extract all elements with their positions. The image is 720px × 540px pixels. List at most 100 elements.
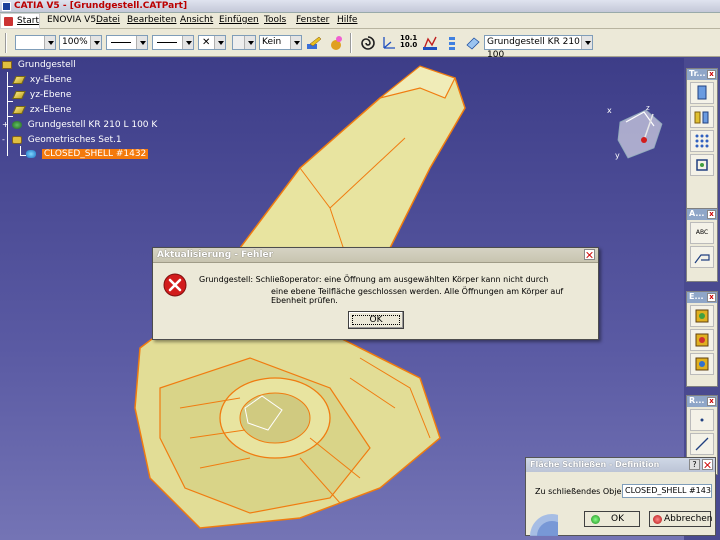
rotate-icon bbox=[694, 111, 709, 124]
palette-header[interactable]: E... x bbox=[687, 292, 717, 303]
tree-toggle-icon[interactable] bbox=[444, 35, 460, 51]
tree-item-body[interactable]: + Grundgestell KR 210 L 100 K bbox=[2, 120, 157, 130]
axis-system-icon[interactable] bbox=[381, 35, 397, 51]
extension-button-1[interactable] bbox=[690, 305, 714, 327]
chevron-down-icon bbox=[581, 36, 592, 49]
plane-icon bbox=[12, 105, 26, 114]
pattern-button[interactable] bbox=[690, 130, 714, 152]
title-bar: CATIA V5 - [Grundgestell.CATPart] bbox=[0, 0, 720, 13]
layer-combo[interactable]: Kein bbox=[259, 35, 302, 50]
text-annotation-button[interactable]: ABC bbox=[690, 222, 714, 244]
tree-item-closed-shell[interactable]: CLOSED_SHELL #1432 bbox=[26, 149, 149, 159]
error-dialog-title: Aktualisierung - Fehler bbox=[157, 250, 274, 260]
palette-close-icon[interactable]: x bbox=[707, 70, 716, 79]
expand-minus-icon[interactable]: - bbox=[2, 135, 9, 144]
menu-fenster[interactable]: Fenster bbox=[296, 15, 329, 25]
line-button[interactable] bbox=[690, 433, 714, 455]
zoom-combo[interactable]: 100% bbox=[59, 35, 102, 50]
toolbar-grip bbox=[5, 33, 7, 53]
cancel-button[interactable]: Abbrechen bbox=[649, 511, 713, 527]
translate-button[interactable] bbox=[690, 82, 714, 104]
point-symbol-combo[interactable]: ✕ bbox=[198, 35, 226, 50]
tree-item-zx-plane[interactable]: zx-Ebene bbox=[12, 105, 71, 115]
scale-button[interactable] bbox=[690, 154, 714, 176]
object-to-close-input[interactable]: CLOSED_SHELL #1432 bbox=[622, 484, 712, 498]
menu-datei[interactable]: Datei bbox=[96, 15, 120, 25]
palette-transformations: Tr... x bbox=[686, 68, 718, 210]
line-preview bbox=[111, 42, 131, 43]
compass-widget[interactable]: x z y bbox=[606, 100, 670, 164]
measure-icon[interactable]: 10.1 10.0 bbox=[400, 35, 417, 51]
palette-header[interactable]: R... x bbox=[687, 396, 717, 407]
body-icon[interactable] bbox=[465, 35, 481, 51]
chevron-down-icon bbox=[290, 36, 301, 49]
menu-einfuegen[interactable]: Einfügen bbox=[219, 15, 259, 25]
flag-note-icon bbox=[694, 254, 710, 264]
menu-enovia[interactable]: ENOVIA V5 bbox=[47, 15, 96, 25]
graphic-properties-icon[interactable] bbox=[328, 35, 344, 51]
ok-status-icon bbox=[591, 515, 600, 524]
body-gear-icon bbox=[11, 120, 22, 129]
format-painter-icon[interactable] bbox=[306, 35, 322, 51]
palette-header[interactable]: A... x bbox=[687, 209, 717, 220]
definition-dialog-titlebar[interactable]: Fläche Schließen - Definition ? bbox=[526, 458, 715, 472]
part-icon bbox=[2, 60, 12, 69]
linetype-combo[interactable] bbox=[106, 35, 148, 50]
cube-icon bbox=[695, 309, 709, 323]
error-dialog-titlebar[interactable]: Aktualisierung - Fehler bbox=[153, 248, 598, 263]
catia-app-icon bbox=[2, 2, 11, 11]
palette-close-icon[interactable]: x bbox=[707, 293, 716, 302]
compass-z-label: z bbox=[646, 104, 650, 112]
definition-dialog-title: Fläche Schließen - Definition bbox=[530, 460, 660, 469]
palette-header[interactable]: Tr... x bbox=[687, 69, 717, 80]
tree-item-root[interactable]: Grundgestell bbox=[2, 60, 76, 70]
globe-decoration-icon bbox=[530, 514, 558, 536]
menu-bearbeiten[interactable]: Bearbeiten bbox=[127, 15, 176, 25]
point-button[interactable] bbox=[690, 409, 714, 431]
chevron-down-icon bbox=[214, 36, 225, 49]
error-dialog: Aktualisierung - Fehler Grundgestell: Sc… bbox=[152, 247, 599, 340]
chevron-down-icon bbox=[90, 36, 101, 49]
close-icon[interactable] bbox=[702, 459, 713, 470]
palette-annotations: A... x ABC bbox=[686, 208, 718, 282]
menu-bar: Start ENOVIA V5 Datei Bearbeiten Ansicht… bbox=[0, 13, 720, 29]
menu-ansicht[interactable]: Ansicht bbox=[180, 15, 213, 25]
error-icon bbox=[163, 273, 187, 297]
tree-line bbox=[7, 101, 13, 102]
help-icon[interactable]: ? bbox=[689, 459, 700, 470]
rotate-button[interactable] bbox=[690, 106, 714, 128]
palette-close-icon[interactable]: x bbox=[707, 210, 716, 219]
close-icon[interactable] bbox=[584, 249, 595, 260]
palette-close-icon[interactable]: x bbox=[707, 397, 716, 406]
chevron-down-icon bbox=[136, 36, 147, 49]
menu-start[interactable]: Start bbox=[0, 13, 40, 29]
analysis-icon[interactable] bbox=[422, 35, 438, 51]
tree-item-xy-plane[interactable]: xy-Ebene bbox=[12, 75, 72, 85]
ok-button[interactable]: OK bbox=[348, 311, 404, 329]
lineweight-combo[interactable] bbox=[152, 35, 194, 50]
render-style-combo[interactable] bbox=[232, 35, 256, 50]
menu-tools[interactable]: Tools bbox=[264, 15, 286, 25]
work-object-combo[interactable]: Grundgestell KR 210 L 100 bbox=[484, 35, 593, 60]
flag-note-button[interactable] bbox=[690, 246, 714, 268]
definition-ok-button[interactable]: OK bbox=[584, 511, 640, 527]
menu-hilfe[interactable]: Hilfe bbox=[337, 15, 357, 25]
line-icon bbox=[695, 437, 709, 451]
tree-line bbox=[7, 86, 13, 87]
chevron-down-icon bbox=[244, 36, 255, 49]
tree-item-yz-plane[interactable]: yz-Ebene bbox=[12, 90, 71, 100]
scale-icon bbox=[696, 159, 708, 171]
start-icon bbox=[4, 17, 13, 26]
extension-button-2[interactable] bbox=[690, 329, 714, 351]
chevron-down-icon bbox=[44, 36, 55, 49]
error-message-line1: Grundgestell: Schließoperator: eine Öffn… bbox=[199, 275, 549, 284]
geometric-set-icon bbox=[11, 135, 22, 144]
swirl-icon[interactable] bbox=[360, 35, 376, 51]
tree-line bbox=[7, 116, 13, 117]
compass-x-label: x bbox=[607, 106, 612, 115]
extension-button-3[interactable] bbox=[690, 353, 714, 375]
cube-icon bbox=[695, 357, 709, 371]
tree-item-geometric-set[interactable]: - Geometrisches Set.1 bbox=[2, 135, 122, 145]
expand-plus-icon[interactable]: + bbox=[2, 120, 9, 129]
color-combo[interactable] bbox=[15, 35, 56, 50]
